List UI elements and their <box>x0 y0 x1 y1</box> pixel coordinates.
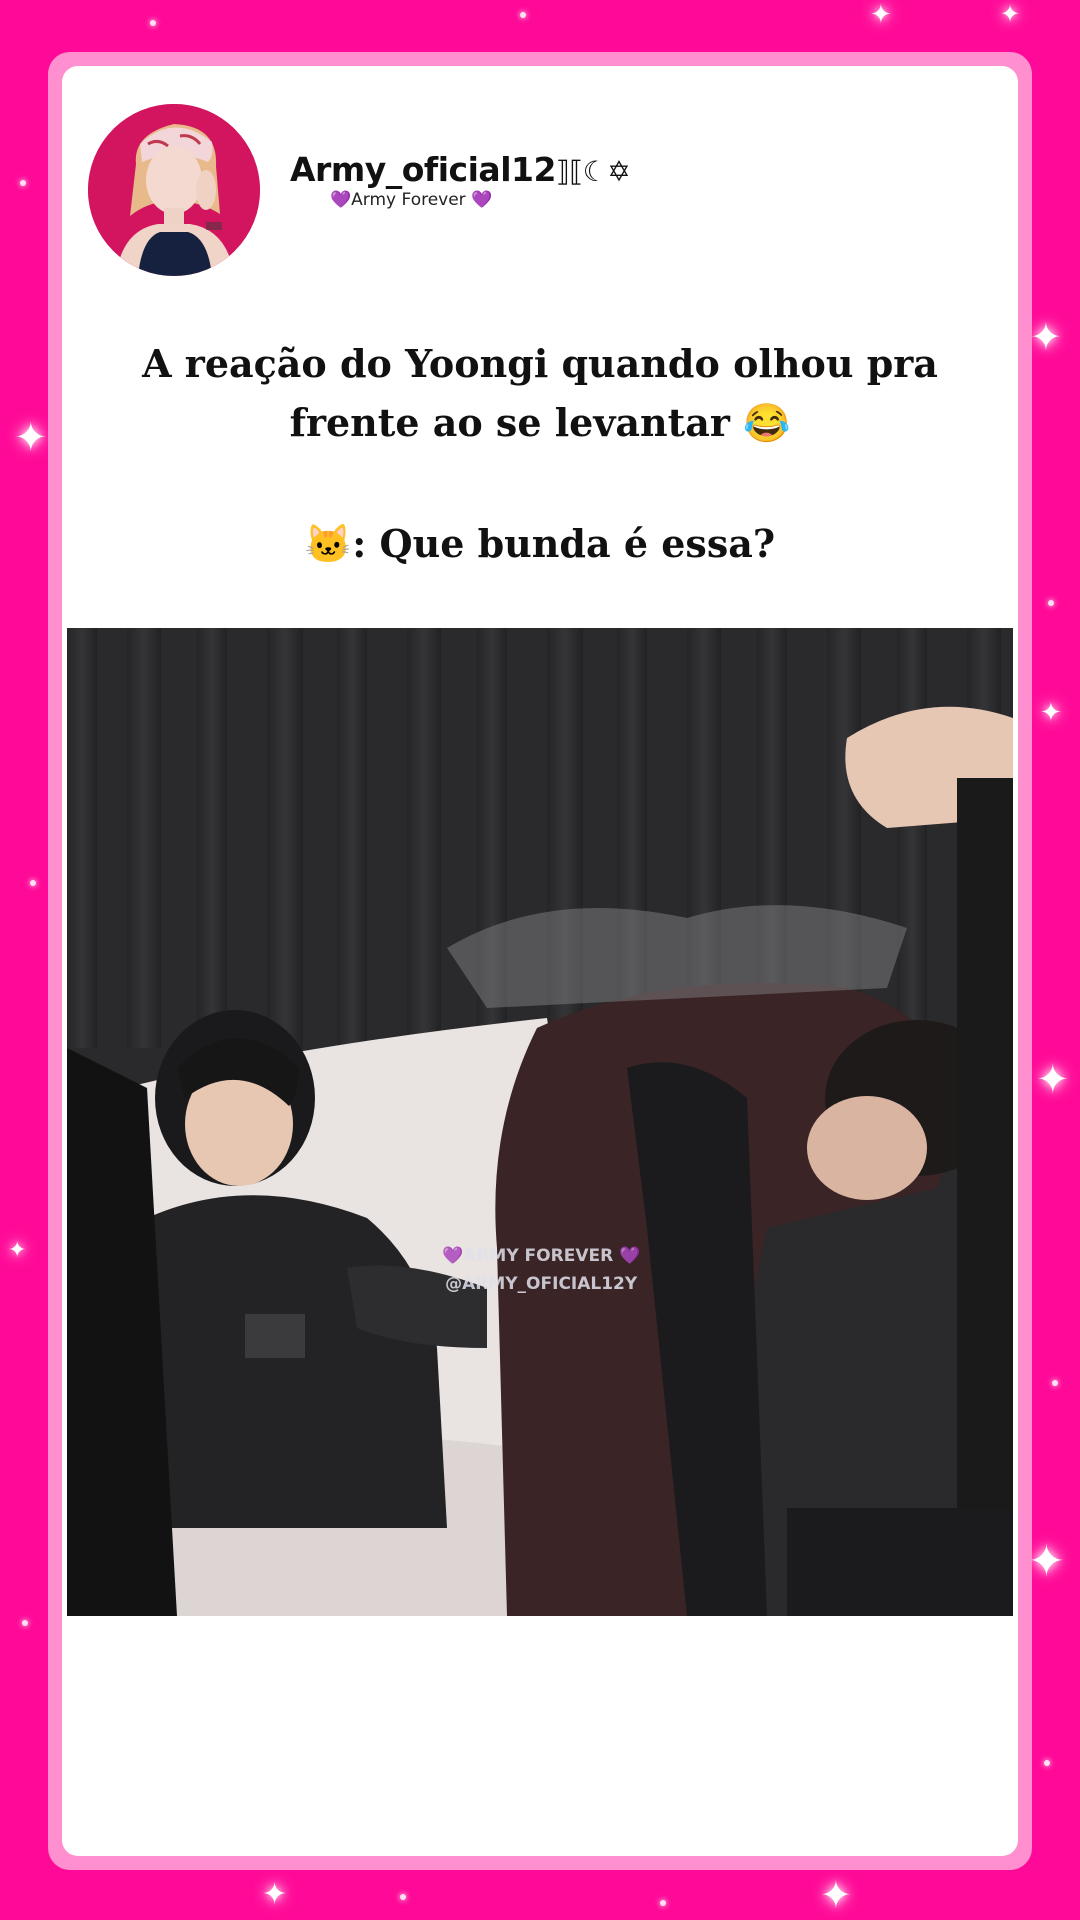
video-watermark: 💜ARMY FOREVER 💜 @ARMY_OFICIAL12Y <box>442 1242 640 1298</box>
post-caption: A reação do Yoongi quando olhou pra fren… <box>62 334 1018 573</box>
sparkle-icon: ✦ <box>1030 315 1062 359</box>
heart-icon: 💜 <box>471 190 493 210</box>
heart-icon: 💜 <box>330 190 352 210</box>
avatar[interactable] <box>88 104 260 276</box>
sparkle-dot <box>1048 600 1054 606</box>
sparkle-dot <box>20 180 26 186</box>
sparkle-dot <box>1052 1380 1058 1386</box>
sparkle-icon: ✦ <box>262 1877 288 1912</box>
video-player[interactable] <box>67 628 1013 1616</box>
sparkle-dot <box>22 1620 28 1626</box>
sparkle-icon: ✦ <box>1028 1536 1065 1587</box>
sparkle-icon: ✦ <box>820 1873 852 1917</box>
tagline-text: Army Forever <box>351 190 466 210</box>
sparkle-dot <box>660 1900 666 1906</box>
sparkle-dot <box>400 1894 406 1900</box>
caption-line-2: 🐱: Que bunda é essa? <box>304 521 776 566</box>
sparkle-icon: ✦ <box>870 0 892 30</box>
sparkle-icon: ✦ <box>1036 1057 1070 1103</box>
sparkle-icon: ✦ <box>14 415 48 461</box>
profile-tagline: 💜Army Forever 💜 <box>330 190 492 210</box>
sparkle-dot <box>150 20 156 26</box>
username[interactable]: Army_oficial12⟧⟦☾✡ <box>290 150 631 189</box>
post-card: Army_oficial12⟧⟦☾✡ 💜Army Forever 💜 A rea… <box>62 66 1018 1856</box>
sparkle-icon: ✦ <box>1000 0 1021 28</box>
watermark-line-1: 💜ARMY FOREVER 💜 <box>442 1246 641 1266</box>
video-frame <box>67 628 1013 1616</box>
sparkle-icon: ✦ <box>1040 698 1062 728</box>
avatar-photo <box>88 104 260 276</box>
username-decoration: ⟧⟦☾✡ <box>555 155 631 188</box>
sparkle-dot <box>520 12 526 18</box>
sparkle-icon: ✦ <box>8 1238 27 1263</box>
watermark-line-2: @ARMY_OFICIAL12Y <box>445 1274 638 1294</box>
sparkle-dot <box>1044 1760 1050 1766</box>
username-text: Army_oficial12 <box>290 150 556 189</box>
sparkle-dot <box>30 880 36 886</box>
caption-line-1: A reação do Yoongi quando olhou pra fren… <box>142 341 938 445</box>
